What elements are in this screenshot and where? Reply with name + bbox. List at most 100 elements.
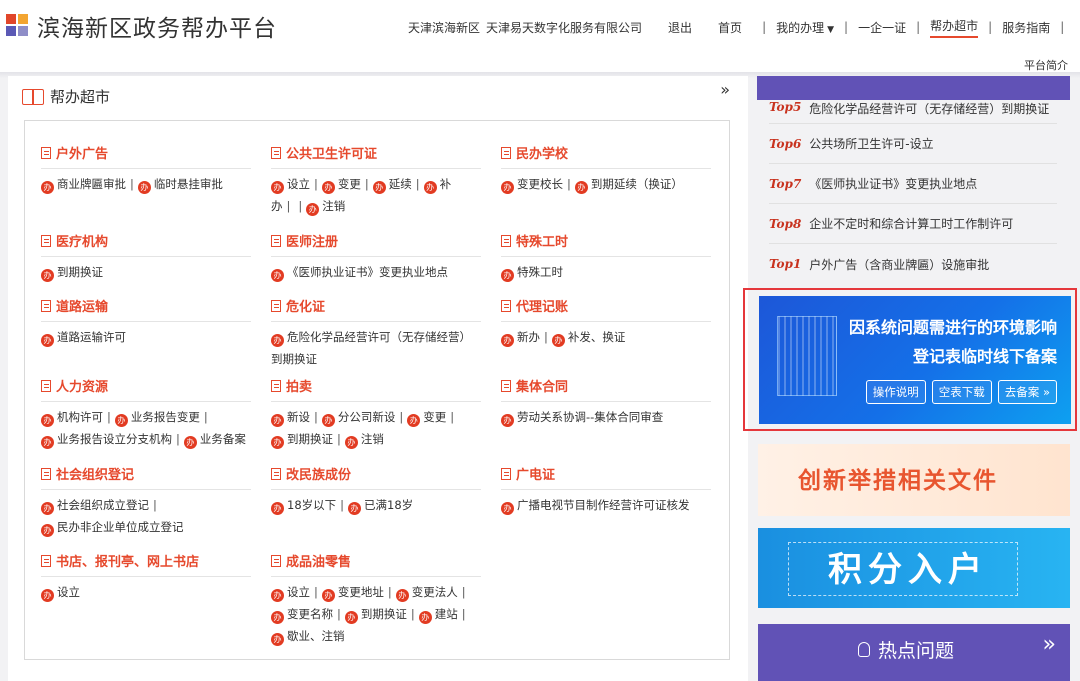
service-item[interactable]: 办到期换证 xyxy=(271,432,333,449)
category-block: 道路运输办道路运输许可 xyxy=(41,296,251,348)
service-item[interactable]: 办新设 xyxy=(271,410,310,427)
category-title[interactable]: 户外广告 xyxy=(41,143,251,169)
category-title[interactable]: 书店、报刊亭、网上书店 xyxy=(41,551,251,577)
category-title[interactable]: 集体合同 xyxy=(501,376,711,402)
category-title[interactable]: 成品油零售 xyxy=(271,551,481,577)
service-item[interactable]: 办《医师执业证书》变更执业地点 xyxy=(271,265,448,282)
service-item[interactable]: 办延续 xyxy=(372,177,412,194)
points-settlement-banner[interactable]: 积分入户 xyxy=(758,528,1070,608)
blank-form-download-button[interactable]: 空表下载 xyxy=(931,380,992,404)
category-title[interactable]: 拍卖 xyxy=(271,376,481,402)
service-item[interactable]: 办变更校长 xyxy=(501,177,563,194)
service-item[interactable]: 办变更 xyxy=(321,177,361,194)
category-title[interactable]: 公共卫生许可证 xyxy=(271,143,481,169)
category-grid: 户外广告办商业牌匾审批 | 办临时悬挂审批 公共卫生许可证办设立 | 办变更 | 办延续 | 办补… xyxy=(24,120,730,660)
service-item[interactable]: 办商业牌匾审批 xyxy=(41,177,126,194)
ranking-item[interactable]: Top8 企业不定时和综合计算工时工作制许可 xyxy=(769,204,1057,244)
service-item[interactable]: 办到期换证 xyxy=(41,265,103,282)
document-icon xyxy=(501,467,511,480)
top-nav: 天津滨海新区 天津易天数字化服务有限公司 退出 首页 | 我的办理 ▼ | 一企一… xyxy=(408,17,1074,38)
nav-one-enterprise-one-cert[interactable]: 一企一证 xyxy=(858,19,906,36)
service-item[interactable]: 办业务报告设立分支机构 xyxy=(41,432,172,449)
operation-guide-button[interactable]: 操作说明 xyxy=(865,380,926,404)
handle-badge-icon: 办 xyxy=(271,181,284,194)
category-title[interactable]: 代理记账 xyxy=(501,296,711,322)
innovation-docs-banner[interactable]: 创新举措相关文件 xyxy=(758,444,1070,516)
service-item[interactable]: 办新办 xyxy=(501,330,540,347)
nav-help-market[interactable]: 帮办超市 xyxy=(930,17,979,38)
document-icon xyxy=(501,234,511,247)
service-item[interactable]: 办道路运输许可 xyxy=(41,330,126,347)
nav-my-handling[interactable]: 我的办理 ▼ xyxy=(776,19,834,36)
service-item[interactable]: 办变更地址 xyxy=(321,585,384,602)
nav-service-guide[interactable]: 服务指南 xyxy=(1002,19,1050,36)
logo-icon xyxy=(6,14,30,38)
notice-banner[interactable]: 因系统问题需进行的环境影响 登记表临时线下备案 操作说明 空表下载 去备案 » xyxy=(759,296,1071,424)
category-title[interactable]: 医师注册 xyxy=(271,231,481,257)
service-item[interactable]: 办歇业、注销 xyxy=(271,629,345,646)
go-file-button[interactable]: 去备案 » xyxy=(997,380,1057,404)
service-item[interactable]: 办民办非企业单位成立登记 xyxy=(41,520,184,537)
handle-badge-icon: 办 xyxy=(271,633,284,646)
service-item[interactable]: 办业务备案 xyxy=(183,432,246,449)
handle-badge-icon: 办 xyxy=(551,334,565,347)
nav-home[interactable]: 首页 xyxy=(718,19,742,36)
category-block: 公共卫生许可证办设立 | 办变更 | 办延续 | 办补办 | | 办注销 xyxy=(271,143,481,217)
ranking-item[interactable]: Top6 公共场所卫生许可-设立 xyxy=(769,124,1057,164)
service-item[interactable]: 办变更法人 xyxy=(395,585,458,602)
category-block: 民办学校办变更校长 | 办到期延续（换证） xyxy=(501,143,711,195)
caret-down-icon: ▼ xyxy=(827,24,835,35)
service-item[interactable]: 到期换证 xyxy=(271,352,317,366)
category-title[interactable]: 道路运输 xyxy=(41,296,251,322)
category-title[interactable]: 医疗机构 xyxy=(41,231,251,257)
more-chevron-icon[interactable]: » xyxy=(720,80,730,99)
service-item[interactable]: 办补 xyxy=(423,177,451,194)
service-item[interactable]: 办特殊工时 xyxy=(501,265,563,282)
logout-link[interactable]: 退出 xyxy=(668,19,692,36)
service-item[interactable]: 办社会组织成立登记 xyxy=(41,498,149,515)
service-item[interactable]: 办补发、换证 xyxy=(551,330,625,347)
platform-intro-link[interactable]: 平台简介 xyxy=(1024,57,1068,73)
notice-line2: 登记表临时线下备案 xyxy=(912,347,1057,366)
service-item[interactable]: 办 xyxy=(271,199,283,213)
category-title[interactable]: 社会组织登记 xyxy=(41,464,251,490)
document-icon xyxy=(271,146,281,159)
service-item[interactable]: 办到期延续（换证） xyxy=(574,177,683,194)
service-item[interactable]: 办临时悬挂审批 xyxy=(137,177,223,194)
service-item[interactable]: 办变更 xyxy=(407,410,446,427)
service-item[interactable]: 办注销 xyxy=(344,432,384,449)
handle-badge-icon: 办 xyxy=(41,414,54,427)
service-item[interactable]: 办变更名称 xyxy=(271,607,333,624)
hot-questions-bar[interactable]: 热点问题 » xyxy=(758,624,1070,681)
points-settlement-text: 积分入户 xyxy=(828,550,988,590)
service-item[interactable]: 办业务报告变更 xyxy=(114,410,200,427)
handle-badge-icon: 办 xyxy=(114,414,128,427)
service-item[interactable]: 办 18岁以下 xyxy=(271,498,336,515)
category-title[interactable]: 民办学校 xyxy=(501,143,711,169)
service-item[interactable]: 办到期换证 xyxy=(344,607,407,624)
ranking-item[interactable]: Top5 危险化学品经营许可（无存储经营）到期换证 xyxy=(769,100,1057,124)
service-item[interactable]: 办注销 xyxy=(306,199,345,216)
ranking-item[interactable]: Top1 户外广告（含商业牌匾）设施审批 xyxy=(769,244,1057,284)
service-item[interactable]: 办建站 xyxy=(418,607,458,624)
handle-badge-icon: 办 xyxy=(423,181,437,194)
category-title[interactable]: 危化证 xyxy=(271,296,481,322)
service-item[interactable]: 办机构许可 xyxy=(41,410,103,427)
more-chevron-icon[interactable]: » xyxy=(1043,632,1056,657)
service-item[interactable]: 办已满18岁 xyxy=(348,498,413,515)
service-item[interactable]: 办分公司新设 xyxy=(321,410,395,427)
ranking-item[interactable]: Top7 《医师执业证书》变更执业地点 xyxy=(769,164,1057,204)
category-title[interactable]: 特殊工时 xyxy=(501,231,711,257)
category-title[interactable]: 广电证 xyxy=(501,464,711,490)
category-title[interactable]: 人力资源 xyxy=(41,376,251,402)
service-item[interactable]: 办设立 xyxy=(271,585,310,602)
service-item[interactable]: 办广播电视节目制作经营许可证核发 xyxy=(501,498,690,515)
document-icon xyxy=(271,234,281,247)
service-item[interactable]: 办设立 xyxy=(41,585,80,602)
service-item[interactable]: 办设立 xyxy=(271,177,310,194)
document-icon xyxy=(41,554,51,567)
service-item[interactable]: 办危险化学品经营许可（无存储经营） xyxy=(271,330,471,347)
service-item[interactable]: 办劳动关系协调--集体合同审查 xyxy=(501,410,663,427)
site-title: 滨海新区政务帮办平台 xyxy=(37,16,277,42)
category-title[interactable]: 改民族成份 xyxy=(271,464,481,490)
